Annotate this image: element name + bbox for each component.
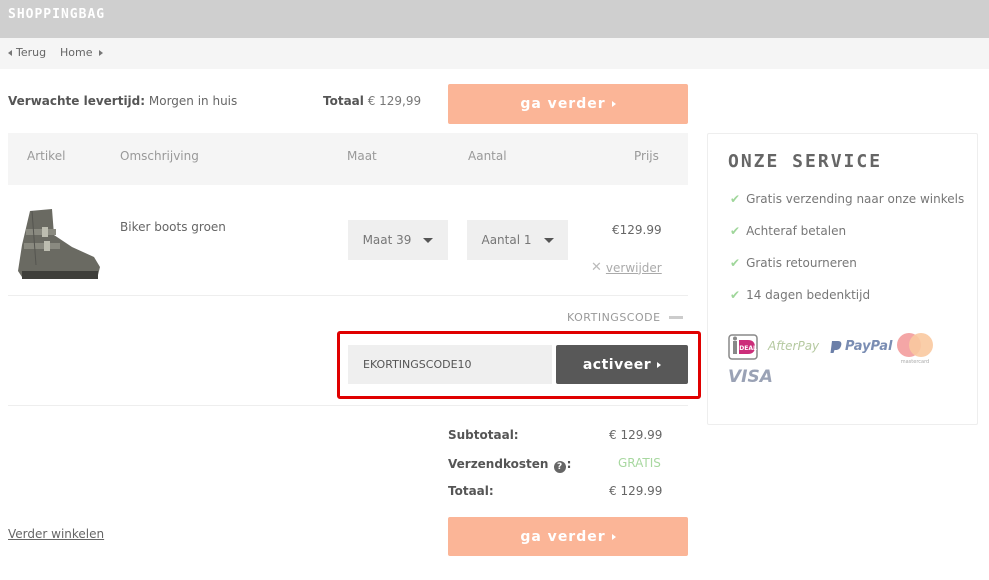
header-price: Prijs [634, 149, 659, 163]
header-quantity: Aantal [468, 149, 507, 163]
delivery-label: Verwachte levertijd: [8, 94, 146, 108]
continue-button-bottom-label: ga verder [520, 528, 606, 545]
paypal-icon [830, 340, 842, 353]
shipping-label: Verzendkosten [448, 457, 549, 471]
service-item-label: 14 dagen bedenktijd [746, 288, 871, 302]
continue-shopping-link[interactable]: Verder winkelen [8, 527, 104, 541]
mastercard-logo-icon: mastercard [897, 333, 933, 365]
section-divider [8, 405, 688, 406]
check-icon: ✔ [730, 256, 741, 270]
total-label: Totaal: [448, 484, 494, 498]
cart-table-header: Artikel Omschrijving Maat Aantal Prijs [8, 133, 688, 185]
discount-code-input[interactable]: EKORTINGSCODE10 [348, 345, 552, 384]
service-title: ONZE SERVICE [728, 151, 883, 172]
quantity-select[interactable]: Aantal 1 [467, 220, 568, 260]
header-size: Maat [347, 149, 377, 163]
service-item: ✔ Achteraf betalen [730, 224, 846, 238]
product-description[interactable]: Biker boots groen [120, 220, 226, 234]
subtotal-label: Subtotaal: [448, 428, 519, 442]
top-total-value: € 129,99 [363, 94, 422, 108]
row-divider [8, 295, 688, 296]
back-link[interactable]: Terug [8, 46, 46, 59]
service-item-label: Achteraf betalen [746, 224, 847, 238]
chevron-left-icon [8, 49, 12, 56]
quantity-select-value: Aantal 1 [481, 233, 532, 247]
service-panel: ONZE SERVICE ✔ Gratis verzending naar on… [707, 133, 978, 425]
continue-button-top[interactable]: ga verder [448, 84, 688, 124]
service-item: ✔ Gratis retourneren [730, 256, 857, 270]
chevron-right-icon [611, 101, 616, 107]
service-item: ✔ Gratis verzending naar onze winkels [730, 192, 964, 206]
total-value: € 129.99 [609, 484, 663, 498]
caret-down-icon [423, 237, 434, 243]
top-total: Totaal € 129,99 [323, 94, 421, 108]
check-icon: ✔ [730, 288, 741, 302]
minus-icon [668, 316, 683, 319]
size-select-value: Maat 39 [362, 233, 412, 247]
delivery-info: Verwachte levertijd: Morgen in huis [8, 94, 237, 108]
question-icon[interactable]: ? [553, 461, 566, 473]
ideal-logo-icon: iDEAL [728, 334, 758, 360]
chevron-right-icon [657, 361, 662, 368]
subtotal-value: € 129.99 [609, 428, 663, 442]
discount-toggle[interactable]: KORTINGSCODE [567, 311, 683, 324]
visa-logo: VISA [728, 367, 773, 387]
check-icon: ✔ [730, 224, 741, 238]
remove-item-link[interactable]: ✕ verwijder [591, 260, 662, 275]
paypal-logo: PayPal [830, 339, 892, 354]
header-description: Omschrijving [120, 149, 199, 163]
discount-label: KORTINGSCODE [567, 311, 661, 324]
page-brand-title: SHOPPINGBAG [8, 7, 106, 22]
home-link[interactable]: Home [60, 46, 104, 59]
service-item-label: Gratis retourneren [746, 256, 857, 270]
service-item-label: Gratis verzending naar onze winkels [746, 192, 965, 206]
size-select[interactable]: Maat 39 [348, 220, 448, 260]
shipping-suffix: : [566, 457, 572, 471]
shipping-value: GRATIS [618, 456, 661, 470]
item-price: €129.99 [612, 223, 662, 237]
chevron-right-icon [99, 49, 104, 56]
paypal-text: PayPal [845, 339, 893, 354]
breadcrumb: Terug Home [0, 38, 989, 69]
shipping-label-row: Verzendkosten ?: [448, 457, 571, 473]
back-link-label: Terug [16, 46, 47, 59]
top-total-label: Totaal [323, 94, 364, 108]
afterpay-logo: AfterPay [768, 339, 820, 353]
caret-down-icon [543, 237, 554, 243]
check-icon: ✔ [730, 192, 741, 206]
close-icon: ✕ [591, 260, 602, 275]
ideal-text: iDEAL [737, 345, 757, 352]
delivery-value: Morgen in huis [145, 94, 238, 108]
mastercard-text: mastercard [901, 359, 929, 365]
activate-button[interactable]: activeer [556, 345, 688, 384]
service-item: ✔ 14 dagen bedenktijd [730, 288, 870, 302]
continue-button-top-label: ga verder [520, 96, 606, 112]
home-link-label: Home [60, 46, 93, 59]
header-article: Artikel [27, 149, 66, 163]
top-header-bar: SHOPPINGBAG [0, 0, 989, 38]
product-image-boot[interactable] [12, 205, 104, 285]
chevron-right-icon [611, 533, 616, 540]
activate-button-label: activeer [582, 356, 652, 373]
remove-item-label: verwijder [605, 260, 662, 275]
continue-button-bottom[interactable]: ga verder [448, 517, 688, 556]
